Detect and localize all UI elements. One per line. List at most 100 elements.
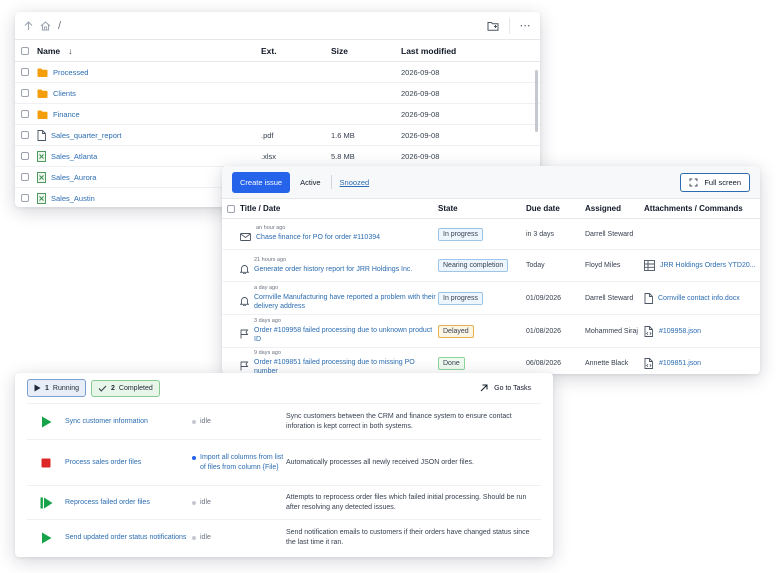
column-header-title-date[interactable]: Title / Date	[238, 204, 438, 213]
column-header-modified[interactable]: Last modified	[401, 46, 521, 56]
attachment-link[interactable]: JRR Holdings Orders YTD20...	[660, 262, 756, 269]
bell-icon	[240, 296, 249, 306]
column-header-state[interactable]: State	[438, 204, 526, 213]
task-description: Attempts to reprocess order files which …	[286, 493, 527, 511]
file-row-select	[15, 89, 37, 97]
issue-assignee[interactable]: Darrell Steward	[585, 295, 644, 302]
file-name-link[interactable]: Clients	[53, 89, 76, 98]
column-header-name[interactable]: Name	[37, 46, 60, 56]
issue-assignee[interactable]: Darrell Steward	[585, 231, 644, 238]
task-name-link[interactable]: Process sales order files	[65, 458, 192, 467]
step-forward-icon[interactable]	[27, 497, 65, 509]
row-checkbox[interactable]	[21, 194, 29, 202]
attachment-link[interactable]: #109958.json	[659, 328, 701, 335]
completed-filter-button[interactable]: 2 Completed	[90, 379, 160, 397]
file-name-link[interactable]: Sales_Aurora	[51, 173, 96, 182]
task-row[interactable]: Reprocess failed order files idle Attempts…	[27, 485, 541, 519]
tab-active[interactable]: Active	[298, 178, 322, 187]
issue-row[interactable]: an hour ago Chase finance for PO for orde…	[222, 219, 760, 250]
up-arrow-icon[interactable]	[24, 20, 33, 31]
status-badge[interactable]: In progress	[438, 227, 484, 241]
column-header-ext[interactable]: Ext.	[261, 46, 331, 56]
column-header-assigned[interactable]: Assigned	[585, 204, 644, 213]
breadcrumb-path[interactable]: /	[58, 20, 61, 32]
file-name-link[interactable]: Finance	[53, 110, 80, 119]
task-row[interactable]: Sync customer information idle Sync custom…	[27, 403, 541, 439]
status-badge[interactable]: In progress	[438, 291, 484, 305]
home-icon[interactable]	[40, 20, 51, 31]
issue-text: an hour ago Chase finance for PO for orde…	[256, 225, 380, 242]
select-all-checkbox[interactable]	[21, 46, 29, 55]
file-row[interactable]: Sales_quarter_report .pdf 1.6 MB 2026-09-08	[15, 125, 540, 146]
row-checkbox[interactable]	[21, 89, 29, 97]
file-name-cell: Processed	[37, 68, 261, 77]
column-header-size[interactable]: Size	[331, 46, 401, 56]
issue-assignee[interactable]: Floyd Miles	[585, 262, 644, 269]
file-name-link[interactable]: Sales_Austin	[51, 194, 95, 203]
task-row[interactable]: Process sales order files Import all colu…	[27, 439, 541, 485]
running-label: Running	[52, 384, 79, 392]
file-row[interactable]: Processed 2026-09-08	[15, 62, 540, 83]
issue-timestamp: 3 days ago	[254, 317, 281, 324]
expand-icon	[689, 178, 698, 187]
file-row[interactable]: Clients 2026-09-08	[15, 83, 540, 104]
file-name-link[interactable]: Processed	[53, 68, 88, 77]
row-checkbox[interactable]	[21, 68, 29, 76]
issue-title-link[interactable]: Cornville Manufacturing have reported a …	[254, 293, 438, 311]
go-to-tasks-link[interactable]: Go to Tasks	[480, 384, 531, 392]
tab-snoozed[interactable]: Snoozed	[340, 178, 370, 187]
table-icon	[644, 260, 655, 271]
issue-title-link[interactable]: Chase finance for PO for order #110394	[256, 233, 380, 242]
issue-text: 21 hours ago Generate order history repor…	[254, 257, 412, 274]
issue-row[interactable]: a day ago Cornville Manufacturing have re…	[222, 282, 760, 315]
file-row[interactable]: Finance 2026-09-08	[15, 104, 540, 125]
issue-due-date: in 3 days	[526, 230, 555, 238]
new-folder-icon[interactable]	[487, 21, 499, 31]
full-screen-button[interactable]: Full screen	[680, 172, 750, 192]
issue-title-link[interactable]: Order #109958 failed processing due to u…	[254, 326, 438, 344]
sort-arrow-icon[interactable]: ↓	[68, 46, 72, 56]
task-row[interactable]: Send updated order status notifications i…	[27, 519, 541, 556]
more-options-icon[interactable]: ⋯	[520, 19, 532, 32]
issue-row[interactable]: 21 hours ago Generate order history repor…	[222, 250, 760, 282]
arrow-up-right-icon	[480, 384, 488, 392]
create-issue-button[interactable]: Create issue	[232, 171, 291, 193]
file-name-cell: Clients	[37, 89, 261, 98]
attachment-link[interactable]: #109851.json	[659, 360, 701, 367]
row-checkbox[interactable]	[21, 173, 29, 181]
play-icon[interactable]	[27, 416, 65, 428]
file-name-link[interactable]: Sales_quarter_report	[51, 131, 121, 140]
folder-icon	[37, 110, 48, 119]
issue-row[interactable]: 3 days ago Order #109958 failed processin…	[222, 315, 760, 348]
row-checkbox[interactable]	[21, 131, 29, 139]
issue-title-link[interactable]: Order #109851 failed processing due to m…	[254, 358, 438, 374]
select-all-issues-checkbox[interactable]	[227, 204, 235, 213]
file-row[interactable]: Sales_Atlanta .xlsx 5.8 MB 2026-09-08	[15, 146, 540, 167]
document-icon	[37, 129, 46, 141]
play-icon[interactable]	[27, 532, 65, 544]
task-name-link[interactable]: Send updated order status notifications	[65, 533, 192, 542]
issue-assignee[interactable]: Annette Black	[585, 360, 644, 367]
issue-row[interactable]: 9 days ago Order #109851 failed processin…	[222, 348, 760, 374]
status-dot	[192, 419, 196, 424]
task-name-link[interactable]: Sync customer information	[65, 417, 192, 426]
status-badge[interactable]: Delayed	[438, 324, 474, 338]
row-checkbox[interactable]	[21, 152, 29, 160]
attachment-link[interactable]: Cornville contact info.docx	[658, 295, 740, 302]
column-header-due-date[interactable]: Due date	[526, 204, 585, 213]
file-name-link[interactable]: Sales_Atlanta	[51, 152, 97, 161]
task-name-link[interactable]: Reprocess failed order files	[65, 498, 192, 507]
stop-icon[interactable]	[27, 458, 65, 468]
status-badge[interactable]: Nearing completion	[438, 259, 509, 272]
scrollbar[interactable]	[535, 70, 538, 132]
issue-assignee[interactable]: Mohammed Siraj	[585, 328, 644, 335]
column-header-attachments[interactable]: Attachments / Commands	[644, 204, 760, 213]
row-checkbox[interactable]	[21, 110, 29, 118]
issue-timestamp: an hour ago	[256, 225, 286, 232]
running-filter-button[interactable]: 1 Running	[27, 379, 86, 397]
file-row-select	[15, 110, 37, 118]
issue-title-link[interactable]: Generate order history report for JRR Ho…	[254, 265, 412, 274]
status-badge[interactable]: Done	[438, 356, 465, 370]
play-icon	[34, 384, 41, 392]
file-row-select	[15, 152, 37, 160]
